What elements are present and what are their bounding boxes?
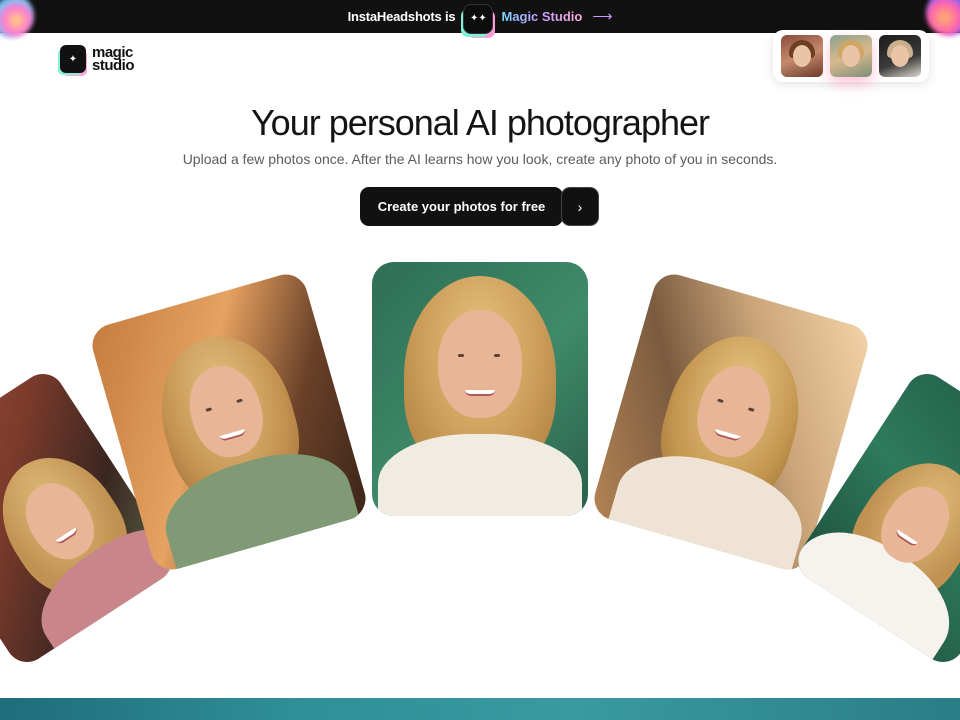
hero-title: Your personal AI photographer [250,102,710,143]
glow-decoration [0,0,34,38]
next-section-preview [0,698,960,720]
portrait-photo [372,262,588,516]
cta-group: Create your photos for free › [360,187,599,226]
sparkle-logo-icon: ✦✦ [463,3,494,34]
sparkle-logo-icon: ✦ [60,45,86,73]
glow-decoration [926,0,960,36]
logo-wordmark: magic studio [92,45,135,74]
avatar [879,35,922,77]
chevron-right-icon[interactable]: › [561,187,599,226]
avatar [780,35,823,77]
magic-studio-link[interactable]: Magic Studio [501,9,582,24]
avatar [829,35,872,77]
hero-subtitle: Upload a few photos once. After the AI l… [182,151,778,167]
site-logo[interactable]: ✦ magic studio [60,45,135,74]
sample-avatars [773,30,929,82]
create-photos-button[interactable]: Create your photos for free [360,187,563,226]
arrow-right-icon[interactable]: ⟶ [592,8,612,25]
logo-line-2: studio [92,57,135,74]
banner-text: InstaHeadshots is [347,9,456,24]
page: InstaHeadshots is ✦✦ Magic Studio ⟶ ✦ ma… [0,0,960,720]
announcement-banner[interactable]: InstaHeadshots is ✦✦ Magic Studio ⟶ [0,0,960,38]
